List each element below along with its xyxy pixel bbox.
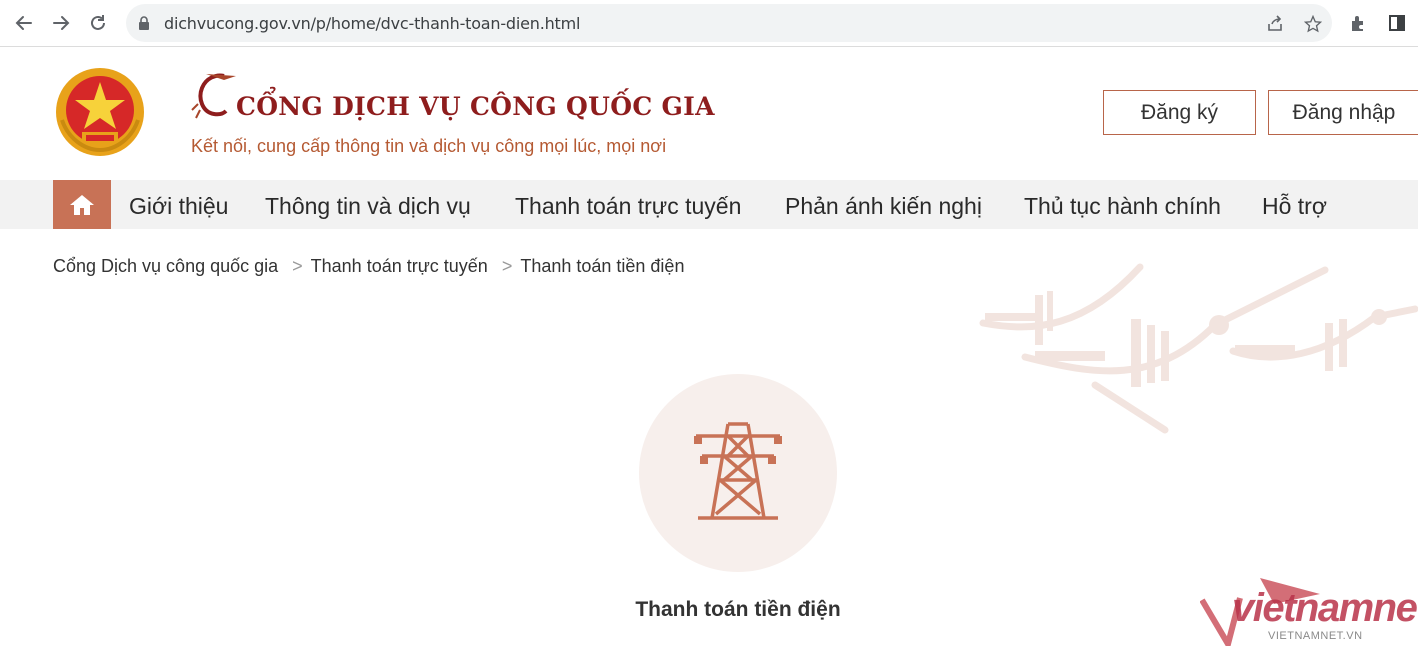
browser-toolbar: dichvucong.gov.vn/p/home/dvc-thanh-toan-… [0,0,1418,47]
site-slogan: Kết nối, cung cấp thông tin và dịch vụ c… [191,136,667,156]
site-header: CỔNG DỊCH VỤ CÔNG QUỐC GIA Kết nối, cung… [0,48,1418,180]
breadcrumb-current: Thanh toán tiền điện [520,256,685,276]
nav-item-thu-tuc[interactable]: Thủ tục hành chính [1024,193,1221,220]
login-button[interactable]: Đăng nhập [1268,90,1418,135]
nav-item-phan-anh[interactable]: Phản ánh kiến nghị [785,193,982,220]
share-icon[interactable] [1264,13,1286,35]
main-nav: Giới thiệu Thông tin và dịch vụ Thanh to… [0,180,1418,229]
register-button[interactable]: Đăng ký [1103,90,1256,135]
crane-logo [190,70,238,122]
forward-icon[interactable] [47,9,75,37]
breadcrumb-separator: > [501,256,513,276]
site-title[interactable]: CỔNG DỊCH VỤ CÔNG QUỐC GIA [236,92,715,121]
home-icon [70,194,94,215]
service-tile[interactable] [639,374,837,572]
extensions-icon[interactable] [1347,11,1371,35]
nav-item-thanh-toan[interactable]: Thanh toán trực tuyến [515,193,741,220]
url-text[interactable]: dichvucong.gov.vn/p/home/dvc-thanh-toan-… [164,14,580,33]
reload-icon[interactable] [84,9,112,37]
address-bar[interactable]: dichvucong.gov.vn/p/home/dvc-thanh-toan-… [126,4,1332,42]
breadcrumb-payment-link[interactable]: Thanh toán trực tuyến [311,256,488,277]
nav-item-thong-tin-dich-vu[interactable]: Thông tin và dịch vụ [265,193,471,220]
breadcrumb-separator: > [292,256,303,276]
watermark-subtext: VIETNAMNET.VN [1268,630,1363,642]
watermark-text: vietnamnet [1232,586,1418,630]
decorative-crane-pattern [975,255,1418,445]
back-icon[interactable] [10,9,38,37]
breadcrumb: Cổng Dịch vụ công quốc gia > Thanh toán … [53,256,684,277]
national-emblem-logo[interactable] [52,64,148,160]
sidepanel-icon[interactable] [1385,11,1409,35]
home-button[interactable] [53,180,111,229]
lock-icon[interactable] [138,15,150,36]
service-label[interactable]: Thanh toán tiền điện [560,598,916,622]
star-icon[interactable] [1302,13,1324,35]
nav-item-gioi-thieu[interactable]: Giới thiệu [129,193,228,220]
breadcrumb-home-link[interactable]: Cổng Dịch vụ công quốc gia [53,256,278,277]
nav-item-ho-tro[interactable]: Hỗ trợ [1262,193,1327,220]
power-tower-icon [694,422,782,520]
